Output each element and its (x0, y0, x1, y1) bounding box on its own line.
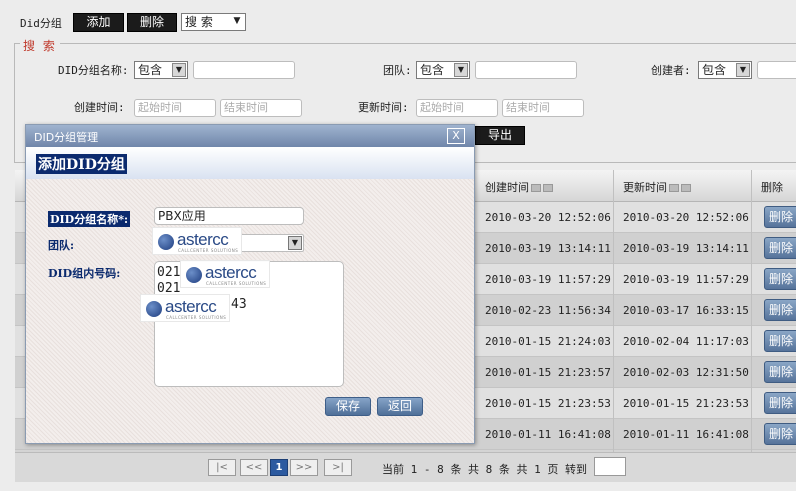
dialog-titlebar[interactable]: DID分组管理 X (26, 125, 474, 147)
dialog-heading-bar: 添加DID分组 (26, 147, 474, 179)
row-delete-button[interactable]: 删除 (764, 268, 796, 290)
pager: |< << 1 >> >| 当前 1 - 8 条 共 8 条 共 1 页 转到 (15, 452, 796, 482)
column-divider (613, 170, 614, 452)
row-delete-button[interactable]: 删除 (764, 299, 796, 321)
search-toggle-select[interactable]: 搜 索 ▼ (181, 13, 246, 31)
logo-tagline: CALLCENTER SOLUTIONS (166, 315, 227, 320)
logo-globe-icon (146, 301, 162, 317)
team-op-value: 包含 (420, 63, 445, 77)
chevron-down-icon: ▼ (288, 236, 302, 250)
updated-end-input[interactable]: 结束时间 (502, 99, 584, 117)
logo-globe-icon (186, 267, 202, 283)
toolbar: Did分组 添加 删除 搜 索 ▼ (0, 11, 796, 33)
group-name-op-value: 包含 (138, 63, 163, 77)
did-group-dialog: DID分组管理 X 添加DID分组 DID分组名称*: PBX应用 团队: ▼ … (25, 124, 475, 444)
sort-icon[interactable] (669, 184, 679, 192)
first-page-button[interactable]: |< (208, 459, 236, 476)
created-cell: 2010-03-20 12:52:06 (485, 211, 611, 224)
created-cell: 2010-01-15 21:24:03 (485, 335, 611, 348)
dialog-title: DID分组管理 (34, 131, 99, 144)
created-cell: 2010-01-11 16:41:08 (485, 428, 611, 441)
col-created[interactable]: 创建时间 (485, 179, 553, 195)
created-start-input[interactable]: 起始时间 (134, 99, 216, 117)
logo-globe-icon (158, 234, 174, 250)
col-delete: 删除 (761, 181, 783, 194)
col-created-label: 创建时间 (485, 181, 529, 194)
created-cell: 2010-01-15 21:23:53 (485, 397, 611, 410)
logo-wordmark: astercc (177, 230, 229, 249)
logo-wordmark: astercc (205, 263, 257, 282)
updated-cell: 2010-02-04 11:17:03 (623, 335, 749, 348)
chevron-down-icon: ▼ (454, 63, 468, 77)
next-page-button[interactable]: >> (290, 459, 318, 476)
col-updated[interactable]: 更新时间 (623, 179, 691, 195)
sort-icon[interactable] (543, 184, 553, 192)
created-cell: 2010-03-19 13:14:11 (485, 242, 611, 255)
updated-cell: 2010-03-19 11:57:29 (623, 273, 749, 286)
export-button[interactable]: 导出 (475, 126, 525, 145)
created-cell: 2010-03-19 11:57:29 (485, 273, 611, 286)
delete-button[interactable]: 删除 (127, 13, 177, 32)
search-legend: 搜 索 (20, 37, 60, 54)
save-button[interactable]: 保存 (325, 397, 371, 416)
row-delete-button[interactable]: 删除 (764, 237, 796, 259)
astercc-logo: astercc CALLCENTER SOLUTIONS (180, 260, 270, 288)
search-toggle-value: 搜 索 (185, 15, 213, 29)
chevron-down-icon: ▼ (736, 63, 750, 77)
sort-icon[interactable] (531, 184, 541, 192)
logo-tagline: CALLCENTER SOLUTIONS (206, 281, 267, 286)
row-delete-button[interactable]: 删除 (764, 423, 796, 445)
numbers-field-label: DID组内号码: (48, 267, 121, 280)
updated-cell: 2010-03-20 12:52:06 (623, 211, 749, 224)
group-name-field-label: DID分组名称*: (48, 211, 131, 227)
created-end-input[interactable]: 结束时间 (220, 99, 302, 117)
creator-label: 创建者: (651, 64, 691, 77)
team-label: 团队: (383, 64, 412, 77)
creator-op-value: 包含 (702, 63, 727, 77)
updated-cell: 2010-01-11 16:41:08 (623, 428, 749, 441)
created-cell: 2010-02-23 11:56:34 (485, 304, 611, 317)
prev-page-button[interactable]: << (240, 459, 268, 476)
team-field-label: 团队: (48, 239, 75, 252)
column-divider (751, 170, 752, 452)
chevron-down-icon: ▼ (230, 15, 244, 29)
sort-icon[interactable] (681, 184, 691, 192)
row-delete-button[interactable]: 删除 (764, 392, 796, 414)
updated-cell: 2010-02-03 12:31:50 (623, 366, 749, 379)
current-page[interactable]: 1 (270, 459, 288, 476)
updated-time-label: 更新时间: (358, 101, 409, 114)
close-icon[interactable]: X (447, 128, 465, 144)
col-updated-label: 更新时间 (623, 181, 667, 194)
group-name-label: DID分组名称: (58, 64, 129, 77)
created-cell: 2010-01-15 21:23:57 (485, 366, 611, 379)
row-delete-button[interactable]: 删除 (764, 330, 796, 352)
created-time-label: 创建时间: (74, 101, 125, 114)
chevron-down-icon: ▼ (172, 63, 186, 77)
last-page-button[interactable]: >| (324, 459, 352, 476)
pager-summary: 当前 1 - 8 条 共 8 条 共 1 页 转到 (382, 463, 587, 476)
page-title: Did分组 (20, 17, 62, 30)
group-name-op-select[interactable]: 包含 ▼ (134, 61, 188, 79)
updated-start-input[interactable]: 起始时间 (416, 99, 498, 117)
team-op-select[interactable]: 包含 ▼ (416, 61, 470, 79)
logo-tagline: CALLCENTER SOLUTIONS (178, 248, 239, 253)
updated-cell: 2010-03-17 16:33:15 (623, 304, 749, 317)
creator-op-select[interactable]: 包含 ▼ (698, 61, 752, 79)
back-button[interactable]: 返回 (377, 397, 423, 416)
add-button[interactable]: 添加 (73, 13, 124, 32)
row-delete-button[interactable]: 删除 (764, 206, 796, 228)
updated-cell: 2010-01-15 21:23:53 (623, 397, 749, 410)
updated-cell: 2010-03-19 13:14:11 (623, 242, 749, 255)
dialog-body: DID分组名称*: PBX应用 团队: ▼ DID组内号码: 021 021 4… (26, 179, 474, 443)
creator-input[interactable] (757, 61, 796, 79)
goto-page-input[interactable] (594, 457, 626, 476)
logo-wordmark: astercc (165, 297, 217, 316)
astercc-logo: astercc CALLCENTER SOLUTIONS (140, 294, 230, 322)
row-delete-button[interactable]: 删除 (764, 361, 796, 383)
astercc-logo: astercc CALLCENTER SOLUTIONS (152, 227, 242, 255)
team-input[interactable] (475, 61, 577, 79)
group-name-field[interactable]: PBX应用 (154, 207, 304, 225)
group-name-input[interactable] (193, 61, 295, 79)
dialog-heading: 添加DID分组 (36, 154, 127, 174)
